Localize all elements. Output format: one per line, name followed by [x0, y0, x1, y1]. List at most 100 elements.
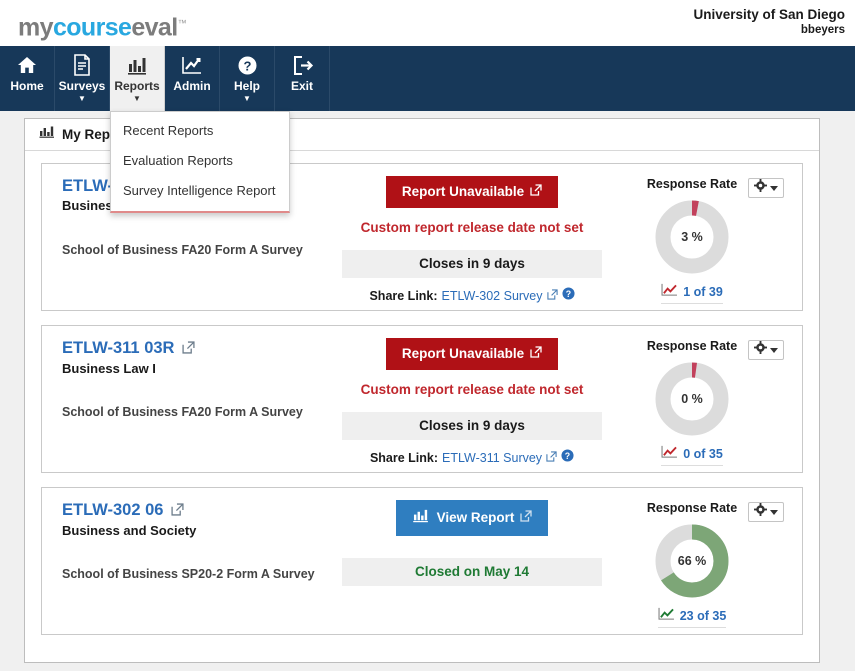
menu-item-survey-intelligence-report[interactable]: Survey Intelligence Report [111, 176, 289, 206]
nav-label-surveys: Surveys [58, 79, 106, 93]
menu-item-evaluation-reports[interactable]: Evaluation Reports [111, 146, 289, 176]
gear-icon [754, 341, 767, 359]
exit-icon [291, 53, 314, 77]
external-link-icon [520, 510, 533, 526]
share-link-row: Share Link: ETLW-302 Survey ? [342, 287, 602, 304]
response-rate-title: Response Rate [646, 339, 738, 353]
user-info: University of San Diego bbeyers [693, 7, 845, 37]
course-code-text: ETLW- [62, 177, 113, 195]
card-options-button[interactable] [748, 178, 784, 198]
nav-item-help[interactable]: ? Help ▼ [220, 46, 275, 111]
username: bbeyers [800, 24, 845, 36]
chevron-down-icon-help: ▼ [243, 94, 251, 103]
chevron-down-icon-reports: ▼ [133, 94, 141, 103]
external-link-icon-course [182, 339, 195, 359]
share-link-anchor[interactable]: ETLW-311 Survey [442, 450, 542, 466]
response-count-link[interactable]: 23 of 35 [657, 607, 727, 628]
gear-icon [754, 179, 767, 197]
course-code-link[interactable]: ETLW-302 06 [62, 500, 362, 521]
chevron-down-icon [770, 347, 778, 353]
response-count-link[interactable]: 1 of 39 [661, 283, 723, 304]
trend-up-icon [661, 445, 678, 463]
course-code-text: ETLW-311 03R [62, 339, 175, 357]
response-rate-block: Response Rate 0 % 0 of 35 [622, 338, 762, 466]
response-rate-donut: 3 % [653, 198, 731, 276]
report-unavailable-button[interactable]: Report Unavailable [385, 176, 559, 208]
line-chart-icon [180, 53, 204, 77]
svg-text:?: ? [565, 289, 570, 299]
nav-item-surveys[interactable]: Surveys ▼ [55, 46, 110, 111]
report-button-label: Report Unavailable [401, 184, 525, 199]
svg-text:?: ? [565, 451, 570, 461]
nav-label-exit: Exit [290, 79, 313, 93]
share-link-label: Share Link: [369, 288, 438, 303]
card-actions: Report Unavailable Custom report release… [342, 338, 602, 466]
course-code-text: ETLW-302 06 [62, 501, 164, 519]
nav-item-home[interactable]: Home [0, 46, 55, 111]
document-icon [72, 53, 92, 77]
app-root: mycourseeval™ University of San Diego bb… [0, 0, 855, 671]
card-course-info: ETLW-302 06 Business and Society [62, 500, 362, 539]
reports-dropdown-menu: Recent Reports Evaluation Reports Survey… [110, 111, 290, 213]
menu-item-recent-reports[interactable]: Recent Reports [111, 116, 289, 146]
report-card-list: ETLW- Busines School of Business FA20 Fo… [25, 151, 819, 635]
survey-status-bar: Closes in 9 days [342, 412, 602, 440]
card-options-button[interactable] [748, 340, 784, 360]
help-circle-icon[interactable]: ? [561, 449, 574, 466]
view-report-button[interactable]: View Report [395, 500, 549, 536]
external-link-icon-course [171, 501, 184, 521]
bar-chart-icon-button [412, 508, 431, 528]
logo-part-my: my [18, 13, 54, 42]
response-rate-donut: 66 % [653, 522, 731, 600]
nav-item-exit[interactable]: Exit [275, 46, 330, 111]
svg-text:?: ? [243, 58, 251, 73]
response-rate-title: Response Rate [646, 501, 738, 515]
external-link-icon [530, 184, 542, 200]
nav-item-admin[interactable]: Admin [165, 46, 220, 111]
response-count-text: 0 of 35 [683, 447, 723, 461]
card-options-button[interactable] [748, 502, 784, 522]
logo-trademark: ™ [177, 18, 187, 28]
help-circle-icon[interactable]: ? [561, 287, 575, 304]
card-actions: Report Unavailable Custom report release… [342, 176, 602, 304]
response-rate-title: Response Rate [646, 177, 738, 191]
chevron-down-icon [770, 509, 778, 515]
course-title: Business Law I [62, 361, 156, 376]
survey-school-label: School of Business FA20 Form A Survey [62, 405, 303, 419]
response-rate-donut: 0 % [653, 360, 731, 438]
chevron-down-icon-surveys: ▼ [78, 94, 86, 103]
external-link-icon-share [546, 288, 558, 304]
bar-chart-icon-panel [39, 125, 55, 144]
survey-school-label: School of Business SP20-2 Form A Survey [62, 567, 315, 581]
survey-school-label: School of Business FA20 Form A Survey [62, 243, 303, 257]
external-link-icon [530, 346, 542, 362]
nav-label-help: Help [233, 79, 260, 93]
card-course-info: ETLW-311 03R Business Law I [62, 338, 362, 377]
response-count-text: 23 of 35 [679, 609, 727, 623]
chevron-down-icon [770, 185, 778, 191]
card-actions: View Report Closed on May 14 [342, 500, 602, 586]
response-rate-block: Response Rate 3 % 1 of 39 [622, 176, 762, 304]
response-count-link[interactable]: 0 of 35 [661, 445, 723, 466]
report-button-label: View Report [436, 510, 515, 525]
nav-label-reports: Reports [114, 79, 160, 93]
share-link-row: Share Link: ETLW-311 Survey ? [342, 449, 602, 466]
response-count-text: 1 of 39 [683, 285, 723, 299]
share-link-anchor[interactable]: ETLW-302 Survey [442, 288, 543, 304]
report-button-label: Report Unavailable [401, 346, 525, 361]
mycourseval-logo[interactable]: mycourseeval™ [18, 10, 187, 42]
main-navigation: Home Surveys ▼ Reports ▼ Admin ? Help ▼ … [0, 46, 855, 111]
trend-up-icon [658, 607, 675, 625]
nav-label-admin: Admin [173, 79, 211, 93]
report-card: ETLW-311 03R Business Law I School of Bu… [41, 325, 803, 473]
bar-chart-icon [126, 53, 148, 77]
report-unavailable-button[interactable]: Report Unavailable [385, 338, 559, 370]
course-code-link[interactable]: ETLW-311 03R [62, 338, 362, 359]
report-card: ETLW-302 06 Business and Society School … [41, 487, 803, 635]
top-header: mycourseeval™ University of San Diego bb… [0, 0, 855, 46]
nav-item-reports[interactable]: Reports ▼ [110, 46, 165, 111]
home-icon [16, 53, 38, 77]
nav-label-home: Home [10, 79, 44, 93]
question-icon: ? [237, 53, 258, 77]
response-rate-block: Response Rate 66 % 23 of 35 [622, 500, 762, 628]
